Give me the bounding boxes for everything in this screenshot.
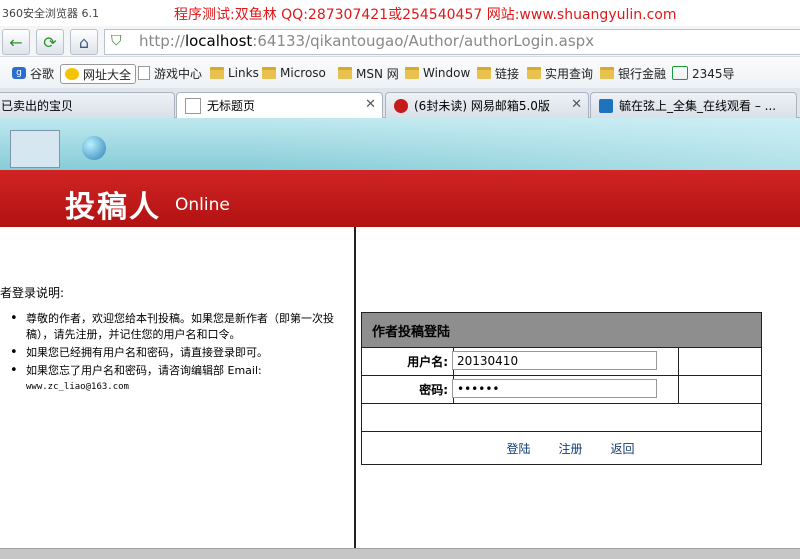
- password-label: 密码:: [362, 376, 454, 403]
- register-link[interactable]: 注册: [558, 440, 582, 457]
- home-icon: ⌂: [78, 32, 90, 52]
- instructions-list: 尊敬的作者，欢迎您给本刊投稿。如果您是新作者（即第一次投稿），请先注册，并记住您…: [10, 311, 345, 397]
- login-title: 作者投稿登陆: [362, 313, 761, 348]
- bookmark-label: 链接: [495, 66, 520, 81]
- bookmark-game-center[interactable]: 游戏中心: [138, 64, 202, 82]
- status-strip: [0, 548, 800, 559]
- back-link[interactable]: 返回: [611, 440, 635, 457]
- instructions-panel: 者登录说明: 尊敬的作者，欢迎您给本刊投稿。如果您是新作者（即第一次投稿），请先…: [0, 227, 356, 548]
- tab-sold-items[interactable]: 已卖出的宝贝: [0, 92, 175, 118]
- bookmark-links[interactable]: Links: [210, 64, 259, 82]
- contact-email: www.zc_liao@163.com: [26, 382, 129, 392]
- bookmark-label: 游戏中心: [154, 66, 203, 81]
- bookmark-label: 谷歌: [30, 66, 55, 81]
- refresh-button[interactable]: ⟳: [36, 29, 64, 55]
- refresh-icon: ⟳: [43, 32, 57, 52]
- home-button[interactable]: ⌂: [70, 29, 98, 55]
- google-icon: g: [12, 67, 26, 79]
- folder-icon: [262, 67, 276, 79]
- bookmark-label: Microso: [280, 66, 326, 80]
- bookmark-links-cn[interactable]: 链接: [477, 64, 519, 82]
- url-text: http://localhost:64133/qikantougao/Autho…: [139, 32, 594, 50]
- close-icon[interactable]: ✕: [571, 97, 582, 112]
- site-logo-cn: 投稿人: [65, 190, 161, 225]
- folder-icon: [477, 67, 491, 79]
- soku-icon: [599, 98, 613, 113]
- instruction-item: 如果您已经拥有用户名和密码，请直接登录即可。: [10, 345, 345, 361]
- folder-icon: [527, 67, 541, 79]
- browser-app-name: 360安全浏览器 6.1: [2, 7, 99, 20]
- tab-label: 无标题页: [207, 99, 256, 113]
- folder-icon: [600, 67, 614, 79]
- hero-decoration: [250, 118, 800, 170]
- tab-untitled[interactable]: 无标题页 ✕: [176, 92, 383, 118]
- folder-icon: [338, 67, 352, 79]
- login-form: 作者投稿登陆 用户名: 密码: 登陆 注册 返回: [361, 312, 762, 465]
- title-bar: 360安全浏览器 6.1 程序测试:双鱼林 QQ:287307421或25454…: [0, 0, 800, 26]
- url-input[interactable]: ⛉ http://localhost:64133/qikantougao/Aut…: [104, 29, 800, 55]
- back-button[interactable]: ←: [2, 29, 30, 55]
- tab-label: 已卖出的宝贝: [1, 99, 74, 113]
- bookmark-google[interactable]: g 谷歌: [12, 64, 54, 82]
- page-hero: [0, 118, 800, 170]
- tab-label: (6封未读) 网易邮箱5.0版: [414, 99, 550, 113]
- close-icon[interactable]: ✕: [365, 97, 376, 112]
- username-input[interactable]: [452, 351, 657, 370]
- bookmark-2345[interactable]: 2345导: [672, 64, 735, 82]
- instruction-text: 如果您忘了用户名和密码，请咨询编辑部 Email:: [26, 364, 262, 377]
- username-row: 用户名:: [362, 348, 761, 376]
- spacer-row: [362, 404, 761, 432]
- program-banner: 程序测试:双鱼林 QQ:287307421或254540457 网站:www.s…: [174, 7, 677, 23]
- username-cell: [452, 348, 679, 375]
- url-prefix: http://: [139, 32, 185, 50]
- instruction-item: 如果您忘了用户名和密码，请咨询编辑部 Email: www.zc_liao@16…: [10, 363, 345, 395]
- bookmark-window[interactable]: Window: [405, 64, 470, 82]
- instructions-title: 者登录说明:: [0, 286, 65, 300]
- password-row: 密码:: [362, 376, 761, 404]
- bookmark-site-dir[interactable]: 网址大全: [60, 64, 137, 84]
- site-logo-en: Online: [175, 195, 230, 215]
- back-arrow-icon: ←: [9, 32, 23, 52]
- mail-icon: [394, 98, 408, 113]
- bookmark-label: Window: [423, 66, 471, 80]
- password-input[interactable]: [452, 379, 657, 398]
- site-banner: 投稿人 Online: [0, 170, 800, 227]
- bookmark-microso[interactable]: Microso: [262, 64, 326, 82]
- site-dir-icon: [65, 68, 79, 80]
- bookmark-label: 2345导: [692, 66, 735, 81]
- bookmark-label: MSN 网: [356, 66, 399, 81]
- url-host: localhost: [184, 32, 253, 50]
- bookmark-banking[interactable]: 银行金融: [600, 64, 666, 82]
- doc-icon: [185, 97, 201, 114]
- bookmark-msn[interactable]: MSN 网: [338, 64, 399, 82]
- tab-strip: 已卖出的宝贝 无标题页 ✕ (6封未读) 网易邮箱5.0版 ✕ 毓在弦上_全集_…: [0, 88, 800, 118]
- bookmark-label: 网址大全: [83, 67, 132, 82]
- address-bar: ← ⟳ ⌂ ⛉ http://localhost:64133/qikantoug…: [0, 26, 800, 57]
- tab-label: 毓在弦上_全集_在线观看 – ...: [619, 99, 777, 113]
- computer-icon: [10, 130, 60, 168]
- password-cell: [452, 376, 679, 403]
- username-label: 用户名:: [362, 348, 454, 375]
- login-link[interactable]: 登陆: [506, 440, 530, 457]
- tab-netease-mail[interactable]: (6封未读) 网易邮箱5.0版 ✕: [385, 92, 589, 118]
- bookmark-label: 实用查询: [545, 66, 594, 81]
- shield-icon: ⛉: [111, 33, 122, 49]
- bookmark-label: Links: [228, 66, 259, 80]
- 2345-icon: [672, 66, 688, 80]
- bookmark-label: 银行金融: [618, 66, 667, 81]
- bookmarks-bar: g 谷歌 网址大全 游戏中心 Links Microso MSN 网 Windo…: [0, 57, 800, 89]
- globe-icon: [82, 136, 106, 160]
- instruction-item: 尊敬的作者，欢迎您给本刊投稿。如果您是新作者（即第一次投稿），请先注册，并记住您…: [10, 311, 345, 343]
- folder-icon: [210, 67, 224, 79]
- bookmark-utility[interactable]: 实用查询: [527, 64, 593, 82]
- tab-video[interactable]: 毓在弦上_全集_在线观看 – ...: [590, 92, 797, 118]
- folder-icon: [405, 67, 419, 79]
- doc-icon: [138, 66, 150, 80]
- login-actions: 登陆 注册 返回: [362, 432, 761, 464]
- url-path: :64133/qikantougao/Author/authorLogin.as…: [252, 32, 595, 50]
